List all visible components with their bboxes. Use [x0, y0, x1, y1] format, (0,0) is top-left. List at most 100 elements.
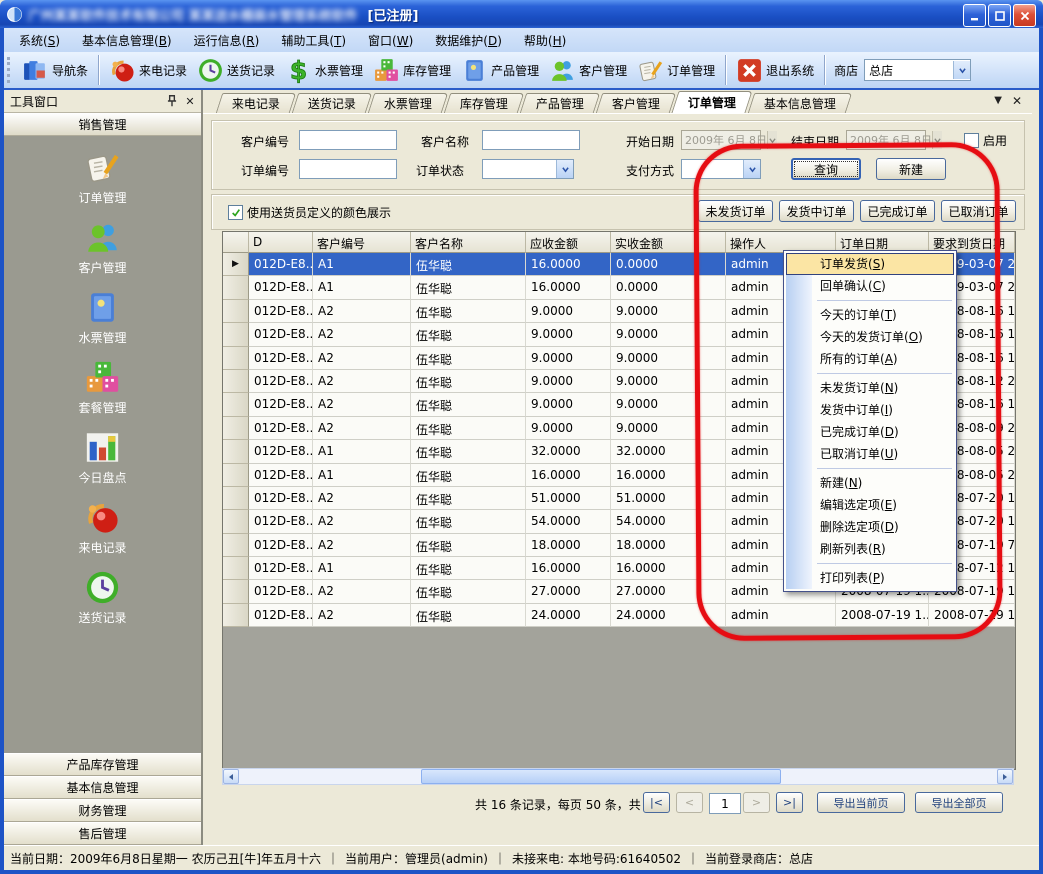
btn-shipping-orders[interactable]: 发货中订单: [779, 200, 854, 222]
order-status-select[interactable]: [482, 159, 574, 179]
first-page-button[interactable]: |<: [643, 792, 670, 813]
close-button[interactable]: [1013, 4, 1036, 27]
ctx-edit-selected[interactable]: 编辑选定项(E): [786, 494, 954, 516]
menu-basic-info[interactable]: 基本信息管理(B): [71, 29, 183, 52]
chevron-down-icon[interactable]: [953, 61, 970, 79]
menu-help[interactable]: 帮助(H): [513, 29, 577, 52]
enable-checkbox[interactable]: 启用: [964, 132, 1007, 149]
order-code-input[interactable]: [299, 159, 397, 179]
sb-package-mgmt[interactable]: 套餐管理: [78, 359, 126, 416]
ctx-new[interactable]: 新建(N): [786, 472, 954, 494]
order-mgmt-button[interactable]: 订单管理: [632, 55, 720, 86]
ctx-print-list[interactable]: 打印列表(P): [786, 567, 954, 589]
tab-customer-mgmt[interactable]: 客户管理: [596, 93, 677, 113]
tab-close-icon[interactable]: ✕: [1012, 94, 1022, 108]
ticket-mgmt-button[interactable]: $水票管理: [280, 55, 368, 86]
menu-system[interactable]: 系统(S): [8, 29, 71, 52]
row-selector[interactable]: [223, 534, 249, 557]
row-selector[interactable]: [223, 557, 249, 580]
customer-mgmt-button[interactable]: 客户管理: [544, 55, 632, 86]
ctx-delete-selected[interactable]: 删除选定项(D): [786, 516, 954, 538]
row-selector[interactable]: [223, 604, 249, 627]
menu-data-maintenance[interactable]: 数据维护(D): [424, 29, 513, 52]
delivery-records-button[interactable]: 送货记录: [192, 55, 280, 86]
customer-name-input[interactable]: [482, 130, 580, 150]
ctx-unshipped-orders[interactable]: 未发货订单(N): [786, 377, 954, 399]
ctx-cancelled-orders[interactable]: 已取消订单(U): [786, 443, 954, 465]
scroll-left-button[interactable]: [223, 769, 239, 784]
row-selector[interactable]: [223, 347, 249, 370]
ctx-shipping-orders[interactable]: 发货中订单(I): [786, 399, 954, 421]
column-header-5[interactable]: 实收金额: [611, 232, 726, 253]
row-selector[interactable]: [223, 487, 249, 510]
sb-today-check[interactable]: 今日盘点: [78, 429, 126, 486]
tab-list-arrow-icon[interactable]: ▼: [994, 96, 1002, 106]
btn-completed-orders[interactable]: 已完成订单: [860, 200, 935, 222]
sb-ticket-mgmt[interactable]: 水票管理: [78, 289, 126, 346]
ctx-today-orders[interactable]: 今天的订单(T): [786, 304, 954, 326]
horizontal-scrollbar[interactable]: [222, 768, 1014, 785]
tab-call-records[interactable]: 来电记录: [216, 93, 297, 113]
column-header[interactable]: [223, 232, 249, 253]
tool-window-close-icon[interactable]: ✕: [183, 94, 197, 108]
column-header-2[interactable]: 客户编号: [313, 232, 411, 253]
ctx-receipt-confirm[interactable]: 回单确认(C): [786, 275, 954, 297]
maximize-button[interactable]: [988, 4, 1011, 27]
inventory-mgmt-button[interactable]: 库存管理: [368, 55, 456, 86]
row-selector[interactable]: [223, 370, 249, 393]
shop-select[interactable]: 总店: [864, 59, 971, 81]
row-selector[interactable]: [223, 440, 249, 463]
tab-basic-info-mgmt[interactable]: 基本信息管理: [748, 93, 853, 113]
sb-group-aftersales[interactable]: 售后管理: [4, 822, 201, 845]
row-selector[interactable]: [223, 393, 249, 416]
query-button[interactable]: 查询: [791, 158, 861, 180]
minimize-button[interactable]: [963, 4, 986, 27]
row-selector[interactable]: [223, 323, 249, 346]
tab-product-mgmt[interactable]: 产品管理: [520, 93, 601, 113]
column-header-3[interactable]: 客户名称: [411, 232, 526, 253]
new-button[interactable]: 新建: [876, 158, 946, 180]
sb-order-mgmt[interactable]: 订单管理: [78, 149, 126, 206]
last-page-button[interactable]: >|: [776, 792, 803, 813]
customer-code-input[interactable]: [299, 130, 397, 150]
export-current-page-button[interactable]: 导出当前页: [817, 792, 905, 813]
scrollbar-thumb[interactable]: [421, 769, 781, 784]
ctx-refresh-list[interactable]: 刷新列表(R): [786, 538, 954, 560]
column-header-4[interactable]: 应收金额: [526, 232, 611, 253]
sb-group-product-inventory[interactable]: 产品库存管理: [4, 753, 201, 776]
export-all-pages-button[interactable]: 导出全部页: [915, 792, 1003, 813]
column-header-1[interactable]: D: [249, 232, 313, 253]
sb-call-records[interactable]: 来电记录: [78, 499, 126, 556]
menu-aux-tools[interactable]: 辅助工具(T): [270, 29, 357, 52]
row-selector[interactable]: [223, 464, 249, 487]
row-selector[interactable]: [223, 580, 249, 603]
sb-group-basic-info[interactable]: 基本信息管理: [4, 776, 201, 799]
sb-group-finance[interactable]: 财务管理: [4, 799, 201, 822]
prev-page-button[interactable]: <: [676, 792, 703, 813]
tab-ticket-mgmt[interactable]: 水票管理: [368, 93, 449, 113]
btn-unshipped-orders[interactable]: 未发货订单: [698, 200, 773, 222]
page-number-input[interactable]: [709, 793, 741, 814]
sidebar-group-sales[interactable]: 销售管理: [4, 113, 201, 136]
row-selector[interactable]: [223, 510, 249, 533]
sb-customer-mgmt[interactable]: 客户管理: [78, 219, 126, 276]
tab-order-mgmt[interactable]: 订单管理: [672, 91, 753, 113]
call-records-button[interactable]: 来电记录: [104, 55, 192, 86]
ctx-all-orders[interactable]: 所有的订单(A): [786, 348, 954, 370]
btn-cancelled-orders[interactable]: 已取消订单: [941, 200, 1016, 222]
row-selector[interactable]: [223, 276, 249, 299]
ctx-completed-orders[interactable]: 已完成订单(D): [786, 421, 954, 443]
exit-system-button[interactable]: 退出系统: [731, 55, 819, 86]
next-page-button[interactable]: >: [743, 792, 770, 813]
pin-icon[interactable]: [165, 94, 179, 108]
pay-method-select[interactable]: [681, 159, 761, 179]
delivery-color-checkbox[interactable]: 使用送货员定义的颜色展示: [228, 204, 391, 221]
navigator-button[interactable]: 导航条: [17, 55, 93, 86]
end-date-picker[interactable]: 2009年 6月 8日: [846, 130, 926, 150]
scroll-right-button[interactable]: [997, 769, 1013, 784]
row-selector[interactable]: [223, 300, 249, 323]
ctx-today-shipped-orders[interactable]: 今天的发货订单(O): [786, 326, 954, 348]
tab-inventory-mgmt[interactable]: 库存管理: [444, 93, 525, 113]
menu-window[interactable]: 窗口(W): [357, 29, 424, 52]
start-date-picker[interactable]: 2009年 6月 8日: [681, 130, 761, 150]
